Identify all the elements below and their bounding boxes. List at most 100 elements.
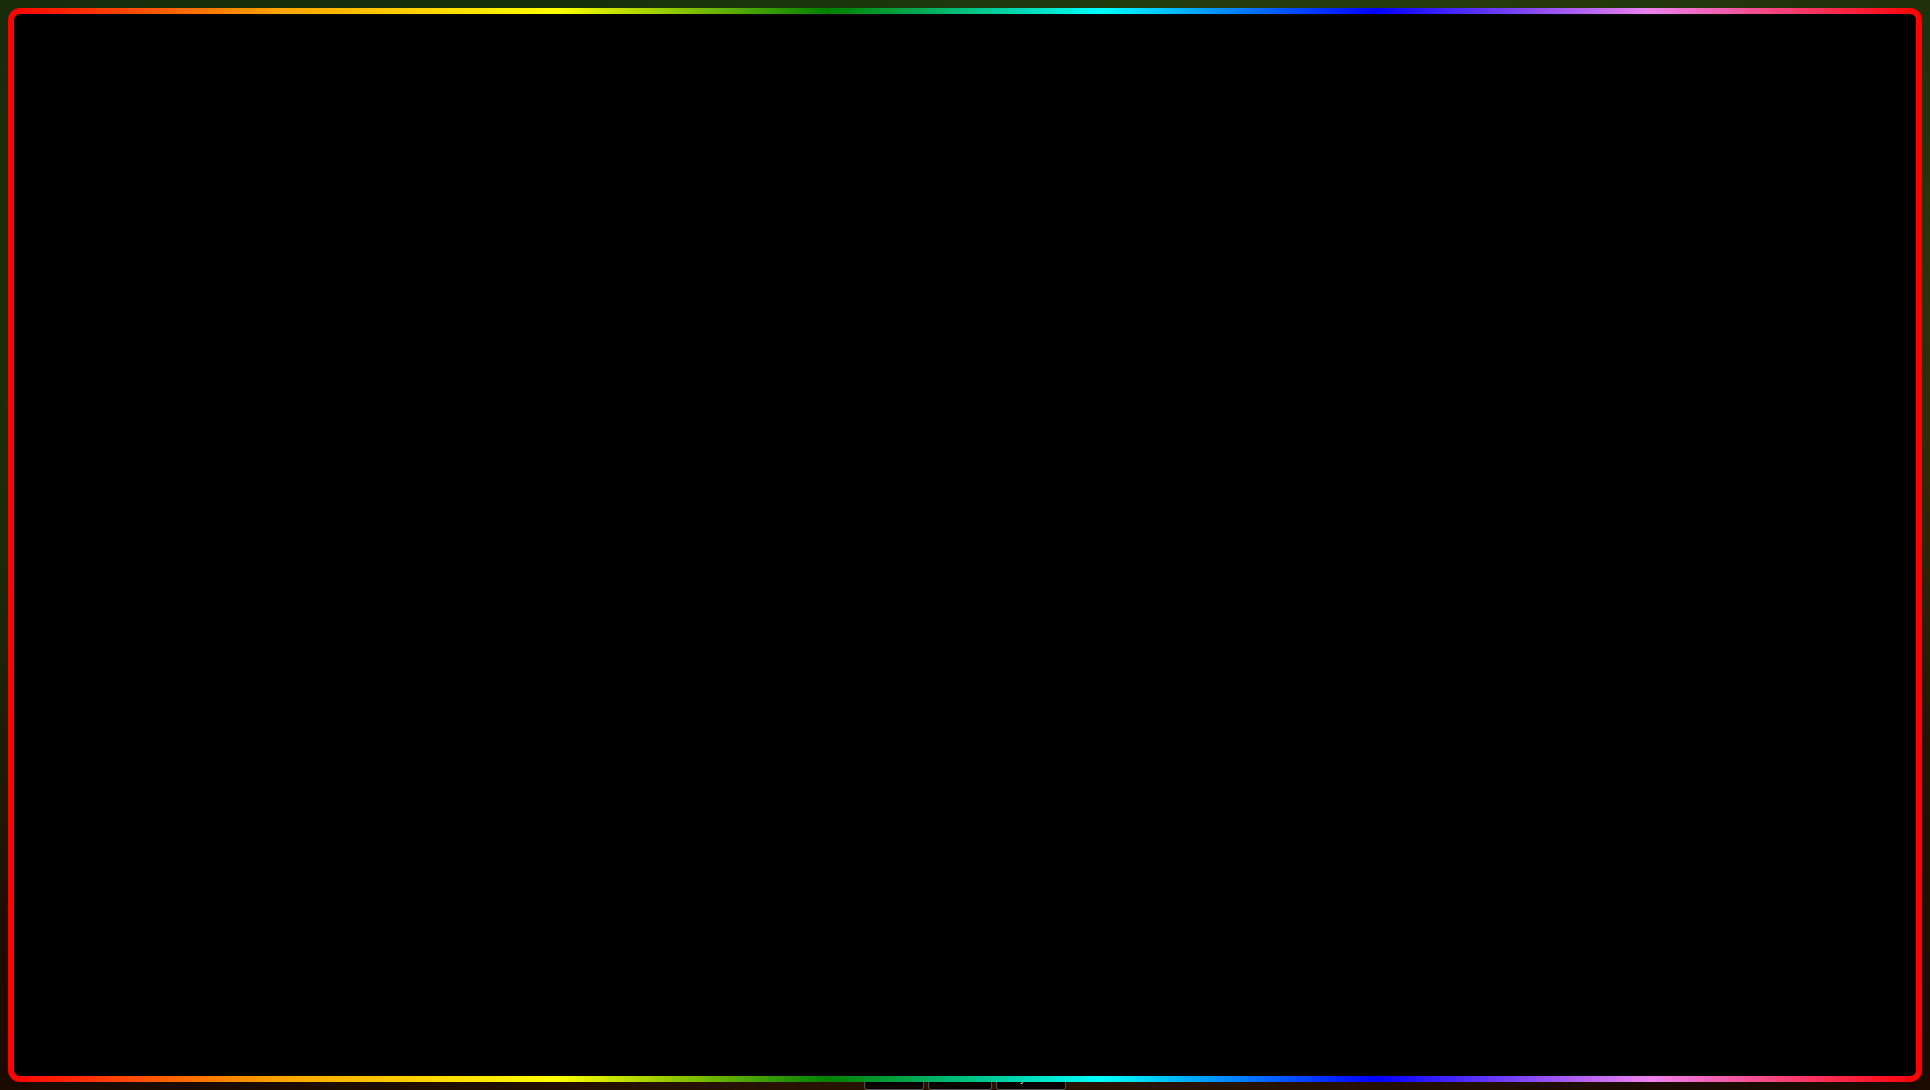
right-sidebar-item-players[interactable]: 👤 Players bbox=[857, 416, 993, 444]
teleport-icon: 📍 bbox=[106, 391, 122, 407]
right-hub-label: MUKURO HUB bbox=[865, 293, 955, 308]
right-sidebar-item-stats[interactable]: 📈 Stats bbox=[857, 354, 993, 382]
player-card-3: 👑 Holy Crown bbox=[996, 1044, 1066, 1090]
stat-counters: 10 1059 bbox=[12, 647, 63, 695]
right-sidebar: 🏠 Main 📈 Stats 📍 Teleport 👤 Players ✗ EP… bbox=[853, 319, 998, 617]
left-user-info: 😎 Sky #2115 bbox=[97, 577, 233, 613]
star-right-icon: ✸ bbox=[1478, 97, 1545, 190]
buy-item-icon: 🛒 bbox=[106, 515, 122, 531]
devil-fruit-icon: ⚙ bbox=[106, 484, 122, 500]
left-panel-header: MUKURO HUB Main TIME | 13:36:49 bbox=[93, 283, 607, 319]
right-devil-fruit-icon: ⚙ bbox=[866, 484, 882, 500]
right-buy-item-icon: 🛒 bbox=[866, 515, 882, 531]
right-home-icon: 🏠 bbox=[866, 329, 882, 345]
auto-observation-row: Auto Observation V2 bbox=[246, 519, 599, 539]
auto-raid-toggle[interactable] bbox=[1343, 329, 1359, 345]
auto-raid-row: Auto Raid bbox=[1006, 327, 1359, 347]
right-scroll[interactable] bbox=[1357, 448, 1361, 488]
player2-name: Soul Cake bbox=[937, 1074, 983, 1085]
auto-observation-toggle[interactable] bbox=[583, 521, 599, 537]
right-sidebar-item-setting[interactable]: ⚙ Setting bbox=[857, 540, 993, 568]
left-panel: MUKURO HUB Main TIME | 13:36:49 🏠 Main 📈… bbox=[90, 280, 610, 620]
server-time-row: Server Time Hour : 0 Minute : 10 Second … bbox=[246, 327, 599, 341]
title-area: ✸ BLOX FRUITS ✸ bbox=[0, 30, 1930, 190]
auto-buy-microchip-row: Auto Buy Microchip bbox=[1006, 479, 1359, 499]
home-icon: 🏠 bbox=[106, 329, 122, 345]
players-icon: 👤 bbox=[106, 422, 122, 438]
player-card-1: 👾 Kabudio bbox=[864, 1044, 924, 1090]
star-left-icon: ✸ bbox=[385, 97, 452, 190]
pastebin-label: PASTEBIN bbox=[1165, 958, 1637, 1058]
stats-icon: 📈 bbox=[106, 360, 122, 376]
right-time-label: TIME | 13:36:54 bbox=[1270, 293, 1355, 307]
auto-law-raid-row: Auto Law Raid bbox=[1006, 503, 1359, 523]
player2-icon: 🎂 bbox=[937, 1049, 983, 1074]
right-players-icon: 👤 bbox=[866, 422, 882, 438]
left-user-name-info: Sky #2115 bbox=[135, 583, 165, 607]
player3-icon: 👑 bbox=[1005, 1049, 1057, 1074]
right-panel: MUKURO HUB EPS-Raid TIME | 13:36:54 🏠 Ma… bbox=[850, 280, 1370, 620]
left-sidebar-item-setting[interactable]: ⚙ Setting bbox=[97, 540, 233, 568]
bottom-cards: 👾 Kabudio 🎂 Soul Cake 👑 Holy Crown bbox=[864, 1044, 1066, 1090]
left-sidebar: 🏠 Main 📈 Stats 📍 Teleport 👤 Players ✗ EP… bbox=[93, 319, 238, 617]
auto-setspawnpoint-toggle[interactable] bbox=[583, 399, 599, 415]
auto-blackbeard-raid-row: Auto BlackBeard Raid bbox=[1006, 527, 1359, 547]
left-sidebar-item-teleport[interactable]: 📍 Teleport bbox=[97, 385, 233, 413]
auto-elite-hunter-row: Auto Elite Hunter bbox=[246, 423, 599, 443]
raid-dropdown-list: Magma Human: Buddha Sand bbox=[1006, 399, 1359, 475]
auto-blackbeard-raid-toggle[interactable] bbox=[1343, 529, 1359, 545]
raid-option-sand[interactable]: Sand bbox=[1007, 450, 1358, 474]
right-stats-icon: 📈 bbox=[866, 360, 882, 376]
setting-icon: ⚙ bbox=[106, 546, 122, 562]
right-user-info: 😎 Sky #2115 bbox=[857, 577, 993, 613]
stat-counter-1: 10 bbox=[12, 647, 63, 670]
left-sidebar-item-devil-fruit[interactable]: ⚙ DevilFruit bbox=[97, 478, 233, 506]
auto-law-raid-toggle[interactable] bbox=[1343, 505, 1359, 521]
auto-enma-yama-row: Auto Enma/Yama bbox=[246, 467, 599, 487]
left-hub-label: MUKURO HUB bbox=[105, 293, 195, 308]
right-eps-raid-icon: ✗ bbox=[866, 453, 882, 469]
auto-rainbow-haki-toggle[interactable] bbox=[583, 495, 599, 511]
left-panel-content: Server Time Hour : 0 Minute : 10 Second … bbox=[238, 319, 607, 617]
left-sidebar-item-main[interactable]: 🏠 Main bbox=[97, 323, 233, 351]
right-sidebar-item-teleport[interactable]: 📍 Teleport bbox=[857, 385, 993, 413]
auto-farm-level-toggle[interactable] bbox=[583, 373, 599, 389]
auto-rainbow-haki-row: Auto Rainbow Haki bbox=[246, 493, 599, 513]
main-title: BLOX FRUITS bbox=[476, 30, 1453, 170]
client-row: Client Fps : 60 Ping : 233.504 (4%CV) bbox=[246, 349, 599, 363]
player1-name: Kabudio bbox=[876, 1074, 913, 1085]
player3-name: Holy Crown bbox=[1005, 1074, 1057, 1085]
auto-setspawnpoint-row: Auto SetSpawnPoint bbox=[246, 397, 599, 417]
player1-icon: 👾 bbox=[873, 1049, 915, 1074]
stat-counter-2: 1059 bbox=[12, 672, 63, 695]
left-scroll[interactable] bbox=[597, 448, 601, 488]
auto-farm-level-row: Auto Farm Level bbox=[246, 371, 599, 391]
player-card-2: 🎂 Soul Cake bbox=[928, 1044, 992, 1090]
left-panel-body: 🏠 Main 📈 Stats 📍 Teleport 👤 Players ✗ EP… bbox=[93, 319, 607, 617]
right-section-label: EPS-Raid bbox=[1084, 293, 1141, 308]
chevron-down-icon: ▼ bbox=[1338, 375, 1350, 389]
left-sidebar-item-buy-item[interactable]: 🛒 Buy Item bbox=[97, 509, 233, 537]
right-setting-icon: ⚙ bbox=[866, 546, 882, 562]
right-panel-header: MUKURO HUB EPS-Raid TIME | 13:36:54 bbox=[853, 283, 1367, 319]
eps-raid-icon: ✗ bbox=[106, 453, 122, 469]
raid-option-magma[interactable]: Magma bbox=[1007, 400, 1358, 425]
left-sidebar-item-players[interactable]: 👤 Players bbox=[97, 416, 233, 444]
left-user-avatar: 😎 bbox=[101, 581, 129, 609]
right-user-name-info: Sky #2115 bbox=[895, 583, 925, 607]
right-teleport-icon: 📍 bbox=[866, 391, 882, 407]
right-sidebar-item-eps-raid[interactable]: ✗ EPS-Raid bbox=[857, 447, 993, 475]
script-label: SCRIPT bbox=[813, 958, 1161, 1058]
select-raid-label: Select Raid bbox=[1006, 351, 1359, 365]
raid-option-human-buddha[interactable]: Human: Buddha bbox=[1007, 425, 1358, 450]
raid-dropdown[interactable]: ... ▼ bbox=[1006, 369, 1359, 395]
right-sidebar-item-main[interactable]: 🏠 Main bbox=[857, 323, 993, 351]
right-panel-body: 🏠 Main 📈 Stats 📍 Teleport 👤 Players ✗ EP… bbox=[853, 319, 1367, 617]
left-sidebar-item-stats[interactable]: 📈 Stats bbox=[97, 354, 233, 382]
left-section-label: Main bbox=[338, 293, 366, 308]
left-sidebar-item-eps-raid[interactable]: ✗ EPS-Raid bbox=[97, 447, 233, 475]
auto-elite-hunter-toggle[interactable] bbox=[583, 425, 599, 441]
update-label: UPDATE bbox=[293, 958, 674, 1058]
right-sidebar-item-devil-fruit[interactable]: ⚙ DevilFruit bbox=[857, 478, 993, 506]
right-sidebar-item-buy-item[interactable]: 🛒 Buy Item bbox=[857, 509, 993, 537]
